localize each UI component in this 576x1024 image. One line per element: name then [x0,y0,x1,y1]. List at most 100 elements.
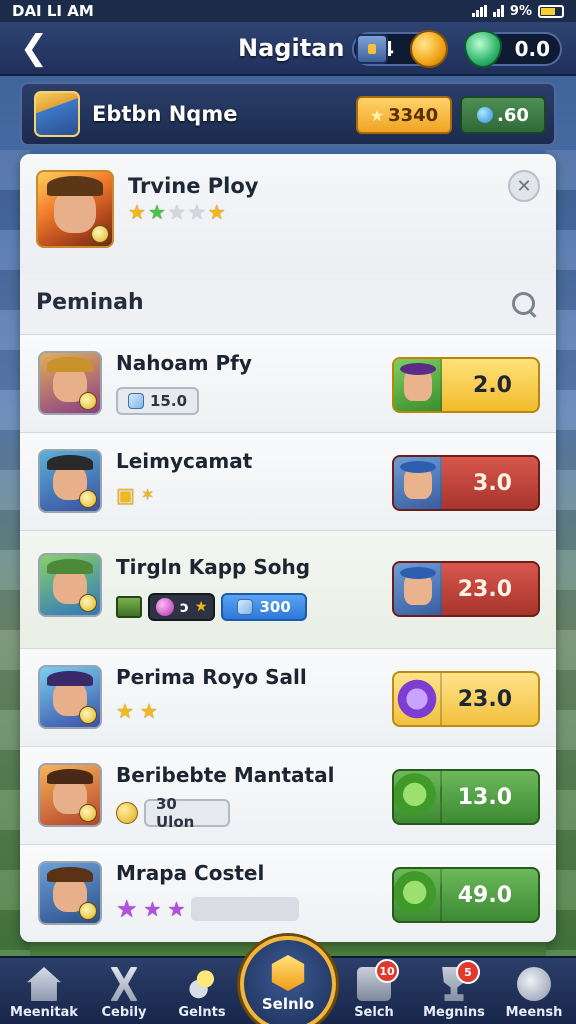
featured-rating: ★ ★ ★ ★ ★ [128,202,226,222]
list-item[interactable]: Leimycamat ▣ ✶ 3.0 [20,432,556,530]
top-bar: ❮ Nagitan 4 0.0 [0,22,576,76]
orb-icon [156,598,174,616]
featured-item[interactable]: Trvine Ploy ★ ★ ★ ★ ★ ✕ [20,154,556,274]
hexagon-icon [271,955,305,991]
character-hat [46,176,104,196]
list-item[interactable]: Mrapa Costel ★ ★ ★ 49.0 [20,844,556,942]
price-button[interactable]: 49.0 [392,867,540,923]
orb-value: ɔ [180,598,189,616]
star-icon: ★ [143,897,162,921]
character-hat [47,866,93,883]
coin-icon [410,30,448,68]
character-hat [47,356,93,373]
badge-icon [79,392,97,410]
star-icon: ★ [116,895,138,923]
coins-icon [185,967,219,1001]
item-icon [394,869,442,921]
price-value: 49.0 [457,882,512,908]
close-button[interactable]: ✕ [508,170,540,202]
stat-value: 30 Ulon [156,795,195,831]
nav-label: Megnins [423,1005,485,1020]
gems-value: 0.0 [514,37,550,61]
star-icon: ★ [116,699,134,723]
nav-item-coins[interactable]: Gelnts [162,958,242,1024]
back-button[interactable]: ❮ [14,28,54,68]
star-icon: ★ [139,699,158,723]
gems-counter[interactable]: 0.0 [464,30,562,68]
nav-label: Gelnts [178,1005,226,1020]
close-icon: ✕ [516,175,532,197]
price-value: 2.0 [473,372,512,398]
game-meta: 30 Ulon [116,795,230,831]
nav-item-globe[interactable]: Meensh [494,958,574,1024]
game-title: Leimycamat [116,449,253,473]
nav-label: Meenitak [10,1005,78,1020]
price-button[interactable]: 23.0 [392,561,540,617]
game-title: Beribebte Mantatal [116,763,335,787]
featured-thumbnail [36,170,114,248]
nav-item-center[interactable]: Selnlo [240,936,336,1024]
status-time: DAI LI AM [12,2,94,20]
star-icon: ★ [187,200,206,224]
page-title: Nagitan [238,34,345,62]
nav-item-home[interactable]: Meenitak [4,958,84,1024]
game-meta: ▣ ✶ [116,485,154,505]
progress-bar [191,897,300,921]
gem-icon [237,599,254,615]
game-list: Nahoam Pfy 15.0 2.0 Leimycamat ▣ ✶ 3.0 Tirgln K… [20,334,556,942]
coins-counter[interactable]: 4 [352,30,448,68]
badge-icon [79,902,97,920]
gem-value: 300 [259,598,291,616]
badge-icon [79,804,97,822]
notification-badge: 5 [456,960,480,984]
star-icon: ★ [207,200,226,224]
star-icon: ★ [147,200,166,224]
gem-icon [477,107,494,123]
signal-icon [492,5,504,17]
game-meta: ★ ★ ★ [116,895,300,923]
character-hat [47,768,93,785]
badge-icon [79,706,97,724]
wifi-icon [471,5,487,17]
list-item[interactable]: Nahoam Pfy 15.0 2.0 [20,334,556,432]
star-icon: ★ [369,105,385,125]
game-thumbnail [38,665,102,729]
notification-badge: 10 [375,959,399,983]
game-title: Nahoam Pfy [116,351,252,375]
search-icon[interactable] [510,290,538,318]
gem-currency-button[interactable]: .60 [460,96,546,134]
price-button[interactable]: 23.0 [392,671,540,727]
home-icon [27,967,61,1001]
nav-item-trophy[interactable]: 5 Megnins [414,958,494,1024]
item-icon [394,457,442,509]
game-meta: ★ ★ [116,701,158,721]
list-item[interactable]: Tirgln Kapp Sohg ɔ ★ 300 23.0 [20,530,556,648]
avatar[interactable] [34,91,80,137]
nav-item-battle[interactable]: Cebily [84,958,164,1024]
nav-label: Cebily [101,1005,147,1020]
gem-value: .60 [497,104,529,126]
gem-icon [128,393,144,409]
star-icon: ★ [194,599,208,615]
list-item[interactable]: Perima Royo Sall ★ ★ 23.0 [20,648,556,746]
nav-item-chest[interactable]: 10 Selch [334,958,414,1024]
nav-label: Selch [354,1005,394,1020]
list-item[interactable]: Beribebte Mantatal 30 Ulon 13.0 [20,746,556,844]
status-bar: DAI LI AM 9% [0,0,576,22]
character-hat [400,567,436,579]
price-button[interactable]: 3.0 [392,455,540,511]
status-icons: 9% [471,4,564,19]
game-thumbnail [38,861,102,925]
price-button[interactable]: 13.0 [392,769,540,825]
chest-icon [356,34,388,64]
profile-name: Ebtbn Nqme [92,102,238,126]
price-button[interactable]: 2.0 [392,357,540,413]
game-thumbnail [38,449,102,513]
character-hat [400,363,436,375]
coin-icon [116,802,138,824]
item-icon [394,359,442,411]
star-icon: ★ [128,200,146,224]
chest-icon: 10 [357,959,399,1001]
gold-currency-button[interactable]: ★ 3340 [356,96,452,134]
gold-value: 3340 [388,104,439,126]
